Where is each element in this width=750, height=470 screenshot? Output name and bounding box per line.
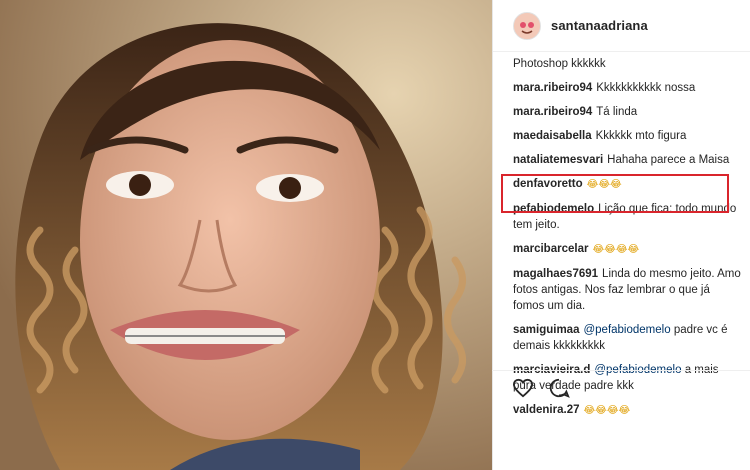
comment-4: nataliatemesvari Hahaha parece a Maisa bbox=[513, 148, 750, 172]
comment-username[interactable]: maedaisabella bbox=[513, 130, 592, 142]
post-header: santanaadriana bbox=[493, 0, 750, 52]
comment-1: mara.ribeiro94 Kkkkkkkkkkk nossa bbox=[513, 76, 750, 100]
avatar[interactable] bbox=[513, 11, 541, 40]
comment-icon[interactable] bbox=[548, 377, 570, 404]
comment-0: Photoshop kkkkkk bbox=[513, 52, 750, 76]
comment-9: samiguimaa @pefabiodemelo padre vc é dema… bbox=[513, 318, 750, 358]
post-photo bbox=[0, 0, 492, 470]
action-bar bbox=[492, 370, 750, 410]
comment-mention[interactable]: @pefabiodemelo bbox=[583, 324, 670, 336]
comment-3: maedaisabella Kkkkkk mto figura bbox=[513, 124, 750, 148]
heart-icon[interactable] bbox=[512, 378, 534, 403]
comment-list: Photoshop kkkkkk mara.ribeiro94 Kkkkkkkkk… bbox=[493, 52, 750, 423]
comment-8: magalhaes7691 Linda do mesmo jeito. Amo f… bbox=[513, 262, 750, 318]
comment-text: Kkkkkkkkkkk nossa bbox=[596, 82, 696, 94]
comment-username[interactable]: denfavoretto bbox=[513, 178, 583, 190]
comment-6-highlighted: pefabiodemelo Lição que fica: todo mundo … bbox=[513, 197, 750, 237]
comment-username[interactable]: nataliatemesvari bbox=[513, 154, 603, 166]
comment-text: Tá linda bbox=[596, 106, 638, 118]
comment-5: denfavoretto 😂😂😂 bbox=[513, 172, 750, 197]
comment-username[interactable]: magalhaes7691 bbox=[513, 268, 598, 280]
comment-username[interactable]: pefabiodemelo bbox=[513, 203, 594, 215]
comment-username[interactable]: mara.ribeiro94 bbox=[513, 82, 592, 94]
comment-username[interactable]: marcibarcelar bbox=[513, 243, 588, 255]
comment-7: marcibarcelar 😂😂😂😂 bbox=[513, 237, 750, 262]
laughing-emoji: 😂😂😂😂 bbox=[592, 244, 640, 255]
comment-2: mara.ribeiro94 Tá linda bbox=[513, 100, 750, 124]
comment-text: Hahaha parece a Maisa bbox=[607, 154, 730, 166]
comment-username[interactable]: mara.ribeiro94 bbox=[513, 106, 592, 118]
comment-username[interactable]: samiguimaa bbox=[513, 324, 579, 336]
post-username[interactable]: santanaadriana bbox=[551, 18, 648, 33]
laughing-emoji: 😂😂😂 bbox=[586, 179, 622, 190]
comment-text: Photoshop kkkkkk bbox=[513, 58, 606, 70]
comment-text: Kkkkkk mto figura bbox=[595, 130, 687, 142]
